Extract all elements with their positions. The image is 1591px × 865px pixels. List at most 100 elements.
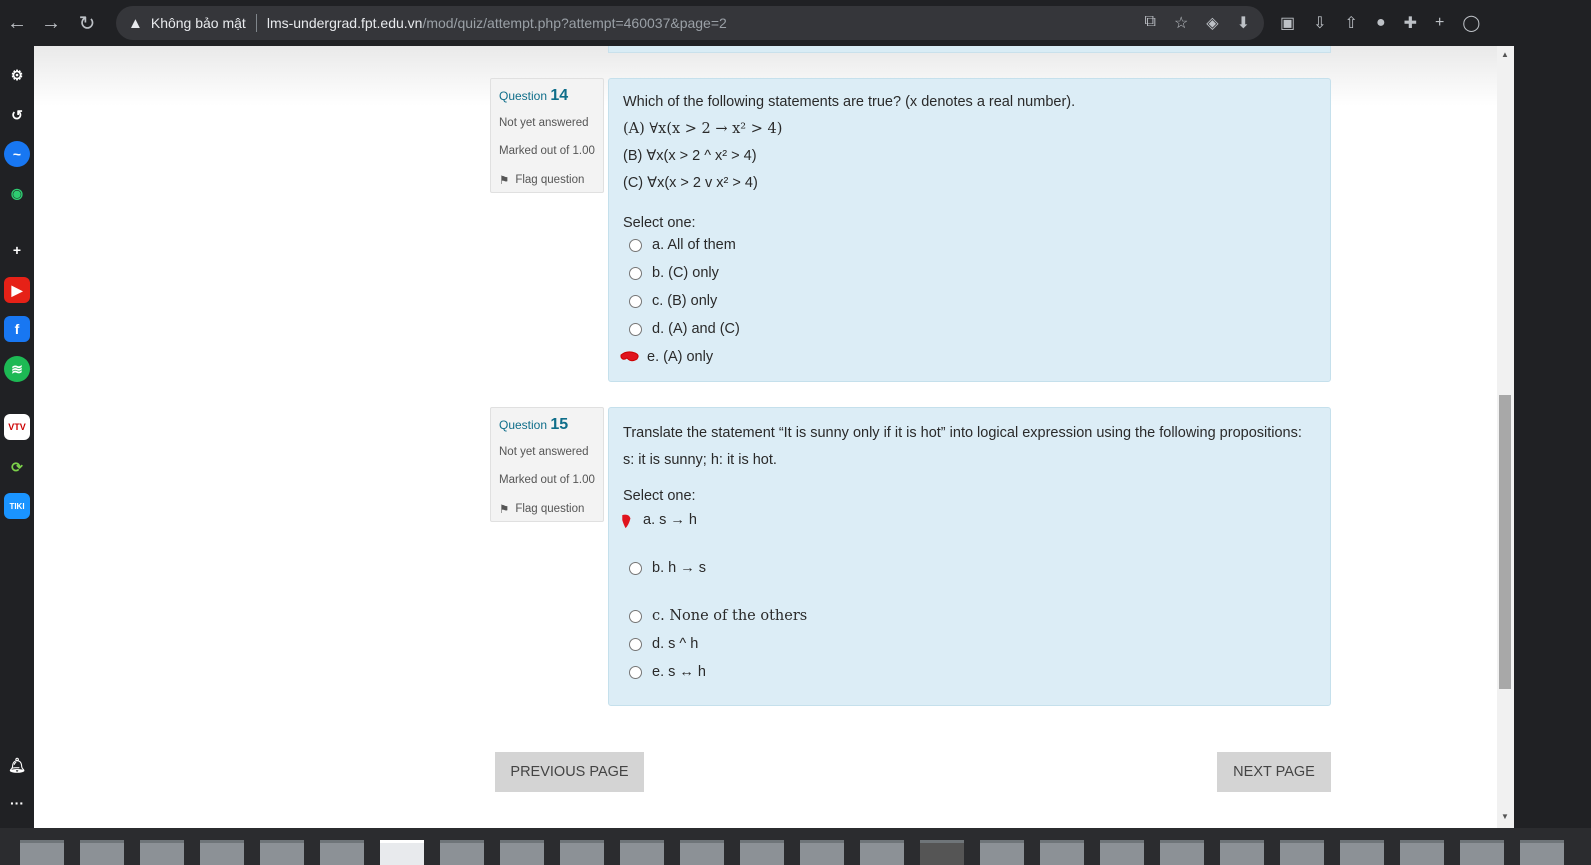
question-number: Question 15	[499, 416, 569, 433]
shield-icon[interactable]: ◈	[1206, 13, 1218, 33]
tab-thumbnail[interactable]	[500, 840, 544, 865]
radio-button[interactable]	[629, 266, 642, 280]
tab-thumbnail[interactable]	[920, 840, 964, 865]
tab-thumbnail[interactable]	[1160, 840, 1204, 865]
puzzle-icon[interactable]: ✚	[1404, 13, 1417, 33]
question-state: Not yet answered	[499, 446, 589, 458]
tab-thumbnail[interactable]	[1280, 840, 1324, 865]
tab-thumbnail[interactable]	[440, 840, 484, 865]
statement-a: (A) ∀x(x > 2 → x² > 4)	[623, 121, 783, 137]
tab-thumbnail[interactable]	[620, 840, 664, 865]
translate-icon[interactable]: ⧉	[1145, 13, 1156, 33]
tab-thumbnail[interactable]	[860, 840, 904, 865]
facebook-icon[interactable]: f	[4, 316, 30, 342]
extension-download-icon[interactable]: ⇩	[1313, 13, 1326, 33]
tab-thumbnail[interactable]	[260, 840, 304, 865]
tab-thumbnail[interactable]	[1220, 840, 1264, 865]
question-marks: Marked out of 1.00	[499, 474, 595, 486]
answer-option[interactable]: c. None of the others	[623, 602, 1316, 630]
answer-option[interactable]: e. s ↔ h	[623, 658, 1316, 686]
question-marks: Marked out of 1.00	[499, 145, 595, 157]
answer-option[interactable]: c. (B) only	[623, 287, 1316, 315]
answer-option[interactable]: d. (A) and (C)	[623, 315, 1316, 343]
address-bar[interactable]: ▲ Không bảo mật lms-undergrad.fpt.edu.vn…	[116, 6, 1264, 40]
back-icon[interactable]: ←	[0, 6, 34, 40]
tab-thumbnail[interactable]	[1400, 840, 1444, 865]
more-icon[interactable]: ···	[4, 790, 30, 816]
forward-icon[interactable]: →	[34, 6, 68, 40]
tab-thumbnail[interactable]	[560, 840, 604, 865]
right-panel	[1514, 46, 1591, 838]
answer-option[interactable]: e. (A) only	[620, 343, 1316, 371]
add-icon[interactable]: +	[4, 237, 30, 263]
quiz-page: Question 14 Not yet answered Marked out …	[34, 46, 1514, 828]
spotify-icon[interactable]: ≋	[4, 356, 30, 382]
previous-page-button[interactable]: PREVIOUS PAGE	[495, 752, 644, 792]
extension-icon[interactable]: ●	[1376, 14, 1386, 32]
answer-option[interactable]: d. s ^ h	[623, 630, 1316, 658]
answer-option[interactable]: b. h → s	[623, 554, 1316, 582]
tab-thumbnail[interactable]	[1520, 840, 1564, 865]
answer-option[interactable]: a. All of them	[623, 231, 1316, 259]
tab-thumbnail[interactable]	[80, 840, 124, 865]
radio-button[interactable]	[629, 322, 642, 336]
question-number: Question 14	[499, 87, 569, 104]
omnibox-divider	[255, 14, 257, 32]
messenger-icon[interactable]: ~	[4, 141, 30, 167]
app-icon[interactable]: ⟳	[4, 454, 30, 480]
tab-thumbnail[interactable]	[1340, 840, 1384, 865]
question-info-14: Question 14 Not yet answered Marked out …	[490, 78, 604, 193]
tab-thumbnail[interactable]	[980, 840, 1024, 865]
reload-icon[interactable]: ↻	[70, 6, 104, 40]
radio-button[interactable]	[629, 561, 642, 575]
radio-button[interactable]	[629, 609, 642, 623]
scroll-up-icon[interactable]: ▲	[1501, 50, 1509, 59]
extension-icon[interactable]: ▣	[1280, 13, 1295, 33]
browser-sidebar: ⚙ ↺ ~ ◉ + ▶ f ≋ VTV ⟳ TIKI 🔔︎ ···	[0, 46, 34, 838]
question-text: Which of the following statements are tr…	[623, 94, 1076, 110]
url-path: /mod/quiz/attempt.php?attempt=460037&pag…	[422, 15, 727, 31]
tab-thumbnail[interactable]	[320, 840, 364, 865]
answer-option[interactable]: a. s → h	[622, 506, 1316, 534]
history-icon[interactable]: ↺	[4, 102, 30, 128]
vtv-icon[interactable]: VTV	[4, 414, 30, 440]
tab-thumbnail[interactable]	[1460, 840, 1504, 865]
scroll-down-icon[interactable]: ▼	[1501, 812, 1509, 821]
messenger-icon[interactable]: ◯	[1462, 13, 1480, 33]
tab-thumbnail[interactable]	[20, 840, 64, 865]
tab-thumbnail[interactable]	[680, 840, 724, 865]
flag-question-button[interactable]: ⚑ Flag question	[499, 502, 595, 516]
settings-icon[interactable]: ⚙	[4, 62, 30, 88]
flag-question-button[interactable]: ⚑ Flag question	[499, 173, 595, 187]
tab-thumbnail[interactable]	[740, 840, 784, 865]
question-state: Not yet answered	[499, 117, 589, 129]
question-content-15: Translate the statement “It is sunny onl…	[608, 407, 1331, 706]
youtube-icon[interactable]: ▶	[4, 277, 30, 303]
browser-toolbar: ← → ↻ ▲ Không bảo mật lms-undergrad.fpt.…	[0, 0, 1591, 46]
tab-thumbnail[interactable]	[140, 840, 184, 865]
add-icon[interactable]: +	[1435, 14, 1444, 32]
notification-bell-icon[interactable]: 🔔︎	[4, 752, 30, 778]
answer-option[interactable]: b. (C) only	[623, 259, 1316, 287]
gamepad-icon[interactable]: ◉	[4, 180, 30, 206]
red-scribble-mark	[622, 514, 631, 529]
tab-thumbnail[interactable]	[200, 840, 244, 865]
scrollbar-thumb[interactable]	[1499, 395, 1511, 689]
bookmark-star-icon[interactable]: ☆	[1174, 13, 1188, 33]
tab-thumbnail[interactable]	[1100, 840, 1144, 865]
radio-button[interactable]	[629, 294, 642, 308]
security-label: Không bảo mật	[150, 15, 246, 31]
radio-button[interactable]	[629, 238, 642, 252]
tab-thumbnail[interactable]	[1040, 840, 1084, 865]
previous-question-edge	[608, 46, 1331, 53]
download-icon[interactable]: ⬇	[1237, 13, 1250, 33]
radio-button[interactable]	[629, 665, 642, 679]
tiki-icon[interactable]: TIKI	[4, 493, 30, 519]
question-content-14: Which of the following statements are tr…	[608, 78, 1331, 382]
tab-thumbnail-active[interactable]	[380, 840, 424, 865]
radio-button[interactable]	[629, 637, 642, 651]
tab-thumbnail[interactable]	[800, 840, 844, 865]
page-scrollbar[interactable]: ▲ ▼	[1497, 46, 1514, 828]
next-page-button[interactable]: NEXT PAGE	[1217, 752, 1331, 792]
share-icon[interactable]: ⇧	[1345, 13, 1358, 33]
